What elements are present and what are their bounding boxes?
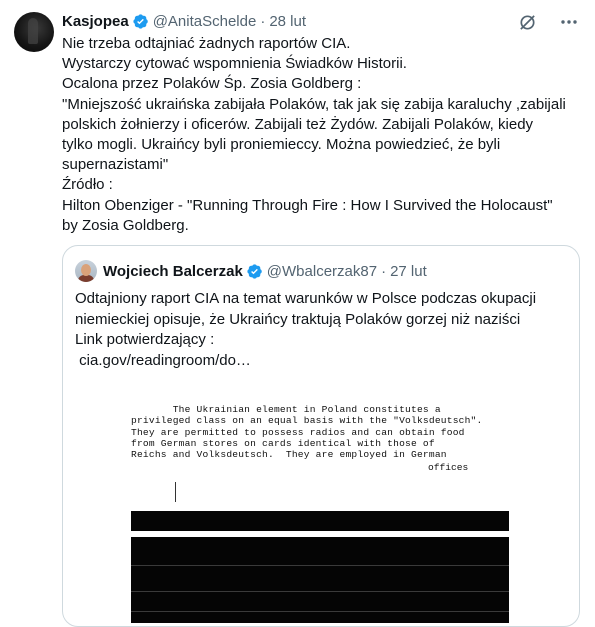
document-text: The Ukrainian element in Poland constitu… bbox=[131, 404, 482, 460]
tweet-text-line: by Zosia Goldberg. bbox=[62, 216, 189, 234]
quoted-text-line: Odtajniony raport CIA na temat warunków … bbox=[75, 290, 537, 307]
separator-dot: · bbox=[381, 262, 387, 280]
author-name[interactable]: Kasjopea bbox=[62, 13, 129, 30]
tweet-text-line: polskich żołnierzy i oficerów. Zabijali … bbox=[62, 115, 534, 133]
grok-icon[interactable] bbox=[517, 12, 537, 32]
document-mark bbox=[175, 482, 176, 502]
document-trailing-word: offices bbox=[428, 462, 469, 473]
quoted-link[interactable]: cia.gov/readingroom/do… bbox=[75, 351, 570, 372]
redaction-block bbox=[131, 537, 509, 623]
quoted-tweet-text: Odtajniony raport CIA na temat warunków … bbox=[75, 289, 570, 371]
author-handle[interactable]: @AnitaSchelde bbox=[153, 13, 257, 30]
document-line: privileged class on an equal basis with … bbox=[131, 415, 483, 427]
quoted-tweet[interactable]: Wojciech Balcerzak @Wbalcerzak87 · 27 lu… bbox=[62, 245, 580, 627]
tweet-timestamp[interactable]: 28 lut bbox=[269, 13, 306, 30]
quoted-tweet-timestamp: 27 lut bbox=[390, 262, 427, 280]
tweet-text-line: tylko mogli. Ukraińcy byli proniemieccy.… bbox=[62, 136, 501, 154]
redaction-bar bbox=[131, 511, 509, 531]
tweet-text-line: Nie trzeba odtajniać żadnych raportów CI… bbox=[62, 35, 351, 52]
tweet-text-line: Ocalona przez Polaków Śp. Zosia Goldberg… bbox=[62, 75, 362, 93]
tweet-header-actions bbox=[517, 12, 579, 32]
verified-badge-icon bbox=[247, 263, 262, 279]
document-line: They are permitted to possess radios and… bbox=[131, 426, 465, 438]
tweet-text-line: Wystarczy cytować wspomnienia Świadków H… bbox=[62, 55, 407, 73]
tweet[interactable]: Kasjopea @AnitaSchelde · 28 lut Nie trze… bbox=[0, 0, 595, 627]
quoted-author-name: Wojciech Balcerzak bbox=[103, 262, 243, 280]
author-avatar[interactable] bbox=[14, 12, 54, 52]
more-icon[interactable] bbox=[559, 12, 579, 32]
quoted-author-avatar bbox=[75, 260, 97, 282]
separator-dot: · bbox=[260, 12, 266, 30]
tweet-text-line: Hilton Obenziger - "Running Through Fire… bbox=[62, 196, 553, 214]
tweet-header: Kasjopea @AnitaSchelde · 28 lut bbox=[62, 11, 306, 31]
quoted-author-handle: @Wbalcerzak87 bbox=[266, 262, 378, 280]
quoted-text-line: niemieckiej opisuje, że Ukraińcy traktuj… bbox=[75, 310, 521, 328]
document-scan-image[interactable]: The Ukrainian element in Poland constitu… bbox=[131, 398, 509, 626]
quoted-text-line: Link potwierdzający : bbox=[75, 331, 215, 348]
tweet-text-line: Źródło : bbox=[62, 176, 113, 194]
tweet-text-line: "Mniejszość ukraińska zabijała Polaków, … bbox=[62, 95, 566, 113]
tweet-text: Nie trzeba odtajniać żadnych raportów CI… bbox=[62, 34, 587, 236]
document-line: The Ukrainian element in Poland constitu… bbox=[131, 404, 441, 415]
document-line: Reichs and Volksdeutsch. They are employ… bbox=[131, 449, 447, 461]
quoted-tweet-header: Wojciech Balcerzak @Wbalcerzak87 · 27 lu… bbox=[75, 260, 427, 282]
tweet-text-line: supernazistami" bbox=[62, 156, 169, 174]
verified-badge-icon bbox=[133, 13, 148, 29]
document-line: from German stores on cards identical wi… bbox=[131, 437, 435, 449]
